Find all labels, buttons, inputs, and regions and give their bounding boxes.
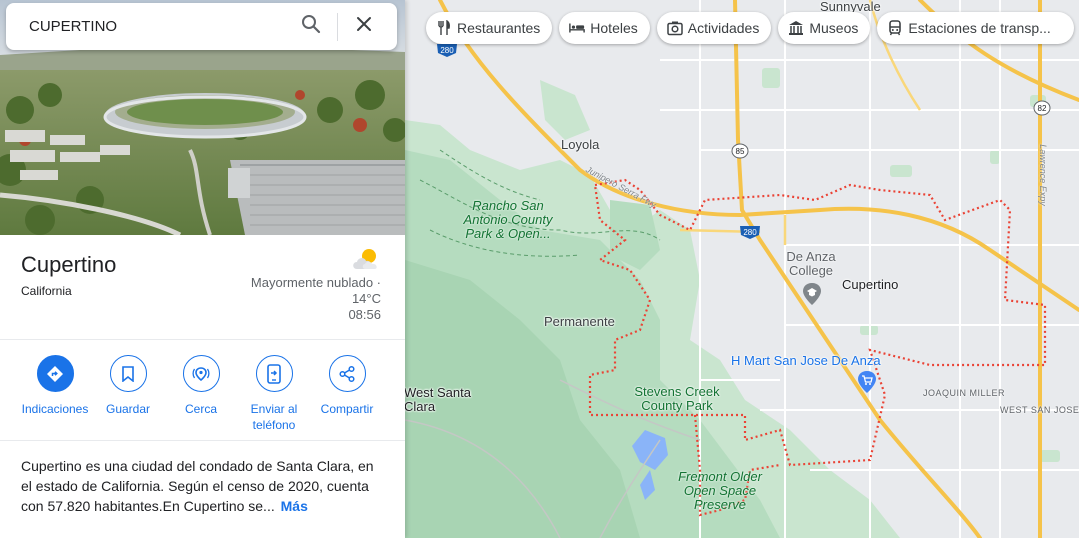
save-button[interactable]: Guardar <box>88 355 168 417</box>
shield-85: 85 <box>731 143 749 164</box>
shield-280-mid-text: 280 <box>743 228 757 237</box>
send-to-phone-button[interactable]: Enviar al teléfono <box>234 355 314 433</box>
shield-82: 82 <box>1033 100 1051 121</box>
partly-cloudy-icon <box>211 247 381 271</box>
close-icon <box>356 16 372 37</box>
chip-label: Museos <box>809 20 859 36</box>
map-label-rancho: Rancho San Antonio County Park & Open... <box>463 198 553 241</box>
weather-widget: Mayormente nublado · 14°C 08:56 <box>211 247 381 323</box>
description-text: Cupertino es una ciudad del condado de S… <box>21 458 374 514</box>
chip-estaciones-transporte[interactable]: Estaciones de transp... <box>877 12 1075 44</box>
map-label-stevens-creek: Stevens Creek County Park <box>634 384 720 413</box>
directions-label: Indicaciones <box>21 402 89 416</box>
share-label: Compartir <box>320 402 374 416</box>
search-divider <box>337 12 338 41</box>
shield-82-text: 82 <box>1038 104 1047 113</box>
chip-label: Restaurantes <box>457 20 541 36</box>
chip-actividades[interactable]: Actividades <box>656 12 772 44</box>
bookmark-icon <box>109 355 147 392</box>
chip-hoteles[interactable]: Hoteles <box>559 12 650 44</box>
save-label: Guardar <box>105 402 151 416</box>
chip-restaurantes[interactable]: Restaurantes <box>426 12 553 44</box>
hotel-icon <box>569 20 586 36</box>
museum-icon <box>788 20 804 36</box>
map-label-joaquin-miller: JOAQUIN MILLER <box>923 388 1006 398</box>
map-label-loyola: Loyola <box>561 137 600 152</box>
place-title: Cupertino <box>21 252 117 277</box>
nearby-icon <box>182 355 220 392</box>
chip-label: Estaciones de transp... <box>908 20 1051 36</box>
more-link[interactable]: Más <box>281 498 308 514</box>
shield-280-top-text: 280 <box>440 46 454 55</box>
clear-search-button[interactable] <box>352 15 376 39</box>
shield-85-text: 85 <box>736 147 745 156</box>
camera-icon <box>667 20 683 36</box>
shield-280-mid: 280 <box>739 224 761 245</box>
send-to-phone-icon <box>255 355 293 392</box>
category-chips: Restaurantes Hoteles Actividades Museos … <box>426 12 1075 44</box>
map-label-permanente: Permanente <box>544 314 615 329</box>
divider <box>0 440 405 441</box>
place-subtitle: California <box>21 284 72 298</box>
map-label-hmart[interactable]: H Mart San Jose De Anza <box>731 353 881 368</box>
share-button[interactable]: Compartir <box>307 355 387 417</box>
chip-museos[interactable]: Museos <box>778 12 871 44</box>
map-label-deanza-college: De Anza College <box>786 249 836 278</box>
send-to-phone-label: Enviar al teléfono <box>250 402 298 432</box>
search-icon <box>301 14 321 39</box>
shopping-cart-icon[interactable] <box>857 370 877 399</box>
action-buttons-row: Indicaciones Guardar Cerca Enviar al tel… <box>0 355 405 435</box>
share-icon <box>328 355 366 392</box>
search-input[interactable] <box>29 18 299 35</box>
map-label-fremont-older: Fremont Older Open Space Preserve <box>678 469 762 512</box>
place-side-panel: Cupertino California Mayormente nublado … <box>0 0 405 538</box>
chip-label: Actividades <box>687 20 760 36</box>
search-box <box>6 3 397 50</box>
nearby-button[interactable]: Cerca <box>161 355 241 417</box>
restaurant-icon <box>436 20 452 36</box>
transit-icon <box>887 20 903 36</box>
directions-button[interactable]: Indicaciones <box>15 355 95 417</box>
nearby-label: Cerca <box>184 402 217 416</box>
chip-label: Hoteles <box>590 20 638 36</box>
map-label-lawrence-expy: Lawrence Expy <box>1037 144 1048 206</box>
directions-icon <box>36 355 74 392</box>
place-hero-image[interactable] <box>0 0 405 235</box>
weather-temperature: 14°C <box>351 291 381 306</box>
weather-time: 08:56 <box>348 307 381 322</box>
weather-condition: Mayormente nublado · <box>250 275 381 290</box>
search-button[interactable] <box>299 15 323 39</box>
map-label-cupertino: Cupertino <box>842 277 899 292</box>
place-description: Cupertino es una ciudad del condado de S… <box>21 456 381 516</box>
divider <box>0 339 405 340</box>
map-label-west-santa-clara: West Santa Clara <box>404 385 471 414</box>
shield-280-top: 280 <box>436 42 458 63</box>
map-label-west-san-jose: WEST SAN JOSE <box>1000 405 1079 415</box>
graduation-cap-icon[interactable] <box>802 282 822 311</box>
